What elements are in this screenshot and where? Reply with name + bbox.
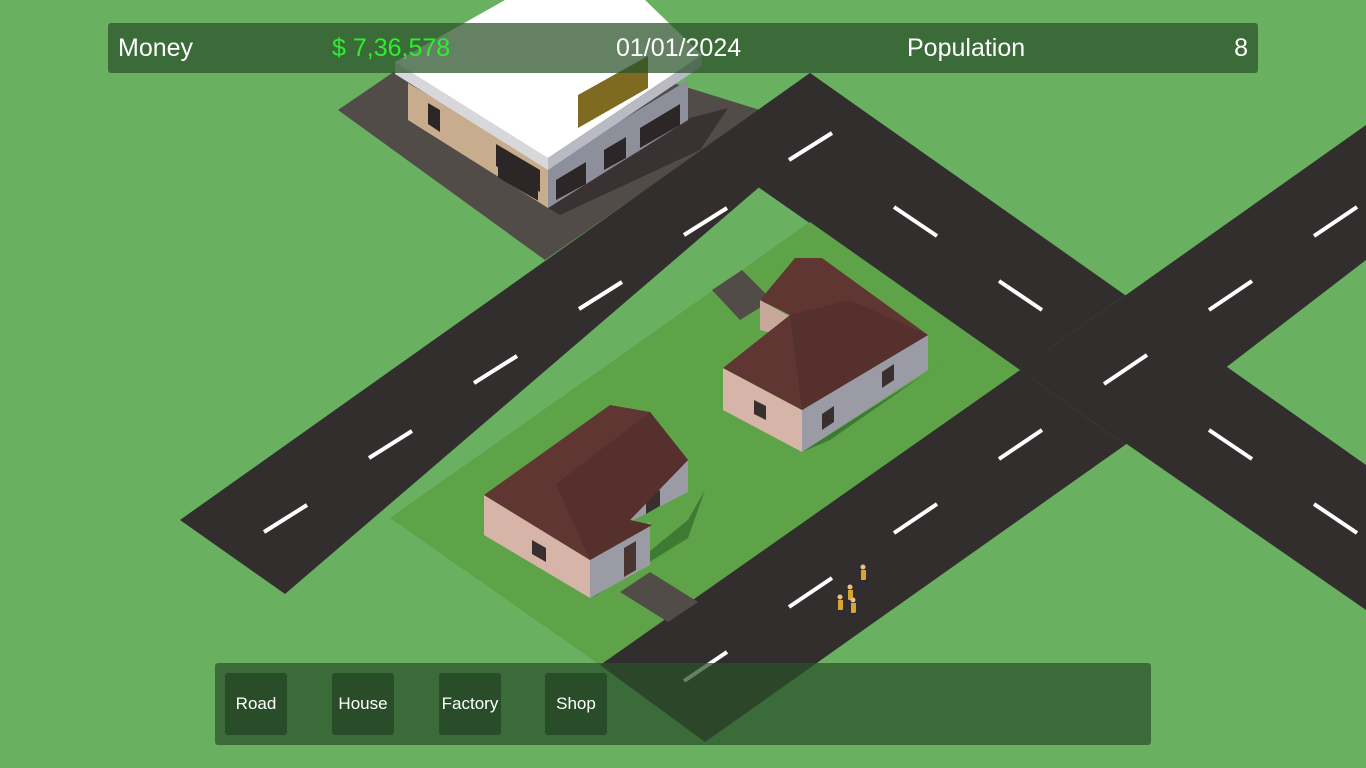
- money-label: Money: [118, 34, 194, 62]
- house-button[interactable]: House: [332, 673, 394, 735]
- road-button[interactable]: Road: [225, 673, 287, 735]
- money-value: $ 7,36,578: [332, 34, 451, 62]
- date-display: 01/01/2024: [616, 34, 742, 62]
- shop-button[interactable]: Shop: [545, 673, 607, 735]
- factory-button[interactable]: Factory: [439, 673, 501, 735]
- build-toolbar: Road House Factory Shop: [215, 663, 1151, 745]
- population-value: 8: [1234, 34, 1248, 62]
- stats-bar: Money $ 7,36,578 01/01/2024 Population 8: [108, 23, 1258, 73]
- population-label: Population: [907, 34, 1026, 62]
- game-world[interactable]: [0, 0, 1366, 768]
